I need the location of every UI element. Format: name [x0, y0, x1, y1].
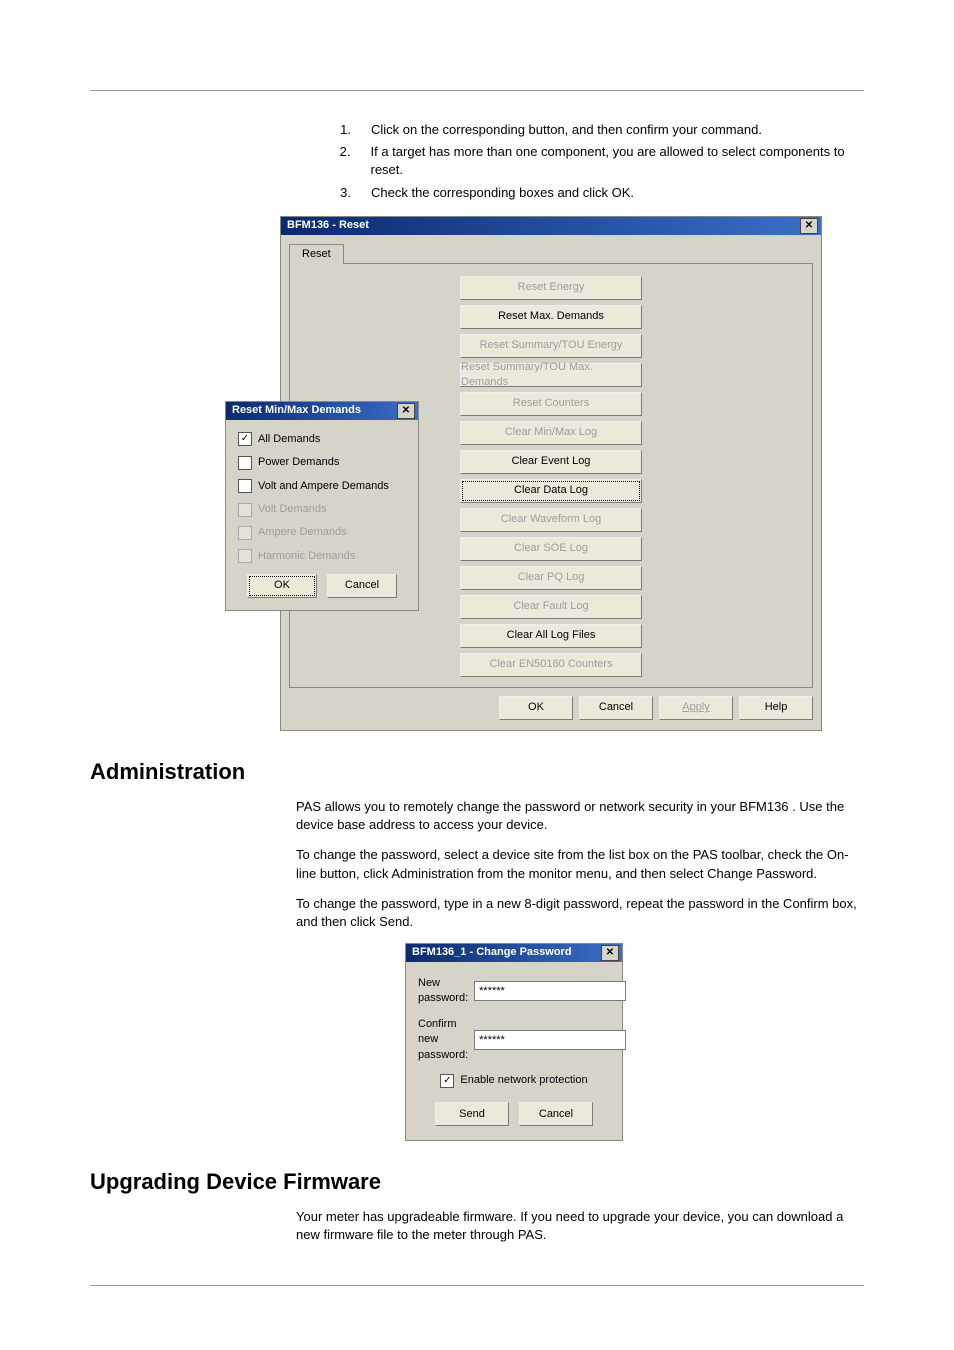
upgrading-heading: Upgrading Device Firmware — [90, 1167, 864, 1198]
mini-dialog-title: Reset Min/Max Demands — [232, 403, 361, 418]
demand-option-label: Volt Demands — [258, 502, 326, 517]
steps-list: 1. Click on the corresponding button, an… — [90, 121, 864, 202]
reset-action-button: Clear Fault Log — [460, 595, 642, 619]
new-password-label: New password: — [418, 976, 468, 1007]
pw-dialog-title: BFM136_1 - Change Password — [412, 945, 572, 960]
reset-action-button: Clear PQ Log — [460, 566, 642, 590]
close-icon[interactable]: ✕ — [601, 945, 619, 961]
demand-option-checkbox[interactable] — [238, 456, 252, 470]
demand-option-checkbox[interactable]: ✓ — [238, 432, 252, 446]
administration-heading: Administration — [90, 757, 864, 788]
cancel-button[interactable]: Cancel — [519, 1102, 593, 1126]
bottom-rule — [90, 1285, 864, 1286]
reset-dialog-titlebar[interactable]: BFM136 - Reset ✕ — [281, 217, 821, 235]
demand-option-row: Harmonic Demands — [238, 549, 406, 564]
step-1: 1. Click on the corresponding button, an… — [335, 121, 864, 139]
upgrading-p1: Your meter has upgradeable firmware. If … — [90, 1208, 864, 1244]
reset-action-button: Clear SOE Log — [460, 537, 642, 561]
administration-p2: To change the password, select a device … — [90, 846, 864, 882]
step-3: 3. Check the corresponding boxes and cli… — [335, 184, 864, 202]
close-icon[interactable]: ✕ — [800, 218, 818, 234]
step-1-text: Click on the corresponding button, and t… — [371, 121, 864, 139]
send-button[interactable]: Send — [435, 1102, 509, 1126]
close-icon[interactable]: ✕ — [397, 403, 415, 419]
pw-dialog-titlebar[interactable]: BFM136_1 - Change Password ✕ — [406, 944, 622, 962]
administration-p1: PAS allows you to remotely change the pa… — [90, 798, 864, 834]
tab-reset[interactable]: Reset — [289, 244, 344, 264]
reset-action-button: Reset Summary/TOU Max. Demands — [460, 363, 642, 387]
step-2-text: If a target has more than one component,… — [370, 143, 864, 179]
demand-option-checkbox[interactable] — [238, 479, 252, 493]
demand-option-label: Ampere Demands — [258, 525, 347, 540]
mini-dialog-titlebar[interactable]: Reset Min/Max Demands ✕ — [226, 402, 418, 420]
change-password-dialog: BFM136_1 - Change Password ✕ New passwor… — [405, 943, 623, 1141]
reset-action-button: Reset Energy — [460, 276, 642, 300]
demand-option-row: Volt and Ampere Demands — [238, 479, 406, 494]
reset-action-button[interactable]: Reset Max. Demands — [460, 305, 642, 329]
demand-option-label: Power Demands — [258, 455, 339, 470]
apply-button: Apply — [659, 696, 733, 720]
reset-action-button[interactable]: Clear All Log Files — [460, 624, 642, 648]
reset-dialog-tabstrip: Reset — [289, 243, 344, 263]
demand-option-row: Power Demands — [238, 455, 406, 470]
help-button[interactable]: Help — [739, 696, 813, 720]
reset-action-button: Reset Summary/TOU Energy — [460, 334, 642, 358]
demand-option-checkbox — [238, 549, 252, 563]
demand-option-label: All Demands — [258, 432, 320, 447]
step-3-text: Check the corresponding boxes and click … — [371, 184, 864, 202]
new-password-field[interactable] — [474, 981, 626, 1001]
reset-action-button: Clear Min/Max Log — [460, 421, 642, 445]
demand-option-checkbox — [238, 503, 252, 517]
demand-option-row: Ampere Demands — [238, 525, 406, 540]
demand-option-row: ✓ All Demands — [238, 432, 406, 447]
reset-action-button: Clear EN50160 Counters — [460, 653, 642, 677]
confirm-password-label: Confirm new password: — [418, 1017, 468, 1063]
reset-min-max-dialog: Reset Min/Max Demands ✕ ✓ All Demands Powe… — [225, 401, 419, 611]
step-1-num: 1. — [335, 121, 351, 139]
step-3-num: 3. — [335, 184, 351, 202]
demand-option-row: Volt Demands — [238, 502, 406, 517]
reset-action-button[interactable]: Clear Event Log — [460, 450, 642, 474]
reset-dialog-title: BFM136 - Reset — [287, 218, 369, 233]
step-2: 2. If a target has more than one compone… — [335, 143, 864, 179]
step-2-num: 2. — [335, 143, 350, 179]
administration-p3: To change the password, type in a new 8-… — [90, 895, 864, 931]
reset-dialog-bottom-buttons: OK Cancel Apply Help — [289, 696, 813, 720]
confirm-password-field[interactable] — [474, 1030, 626, 1050]
cancel-button[interactable]: Cancel — [579, 696, 653, 720]
top-rule — [90, 90, 864, 91]
enable-network-protection-checkbox[interactable]: ✓ — [440, 1074, 454, 1088]
cancel-button[interactable]: Cancel — [327, 574, 397, 598]
demand-option-checkbox — [238, 526, 252, 540]
demand-option-label: Harmonic Demands — [258, 549, 355, 564]
reset-action-button[interactable]: Clear Data Log — [460, 479, 642, 503]
ok-button[interactable]: OK — [247, 574, 317, 598]
reset-action-button: Clear Waveform Log — [460, 508, 642, 532]
ok-button[interactable]: OK — [499, 696, 573, 720]
reset-action-button: Reset Counters — [460, 392, 642, 416]
demand-option-label: Volt and Ampere Demands — [258, 479, 389, 494]
enable-network-protection-label: Enable network protection — [460, 1073, 587, 1088]
